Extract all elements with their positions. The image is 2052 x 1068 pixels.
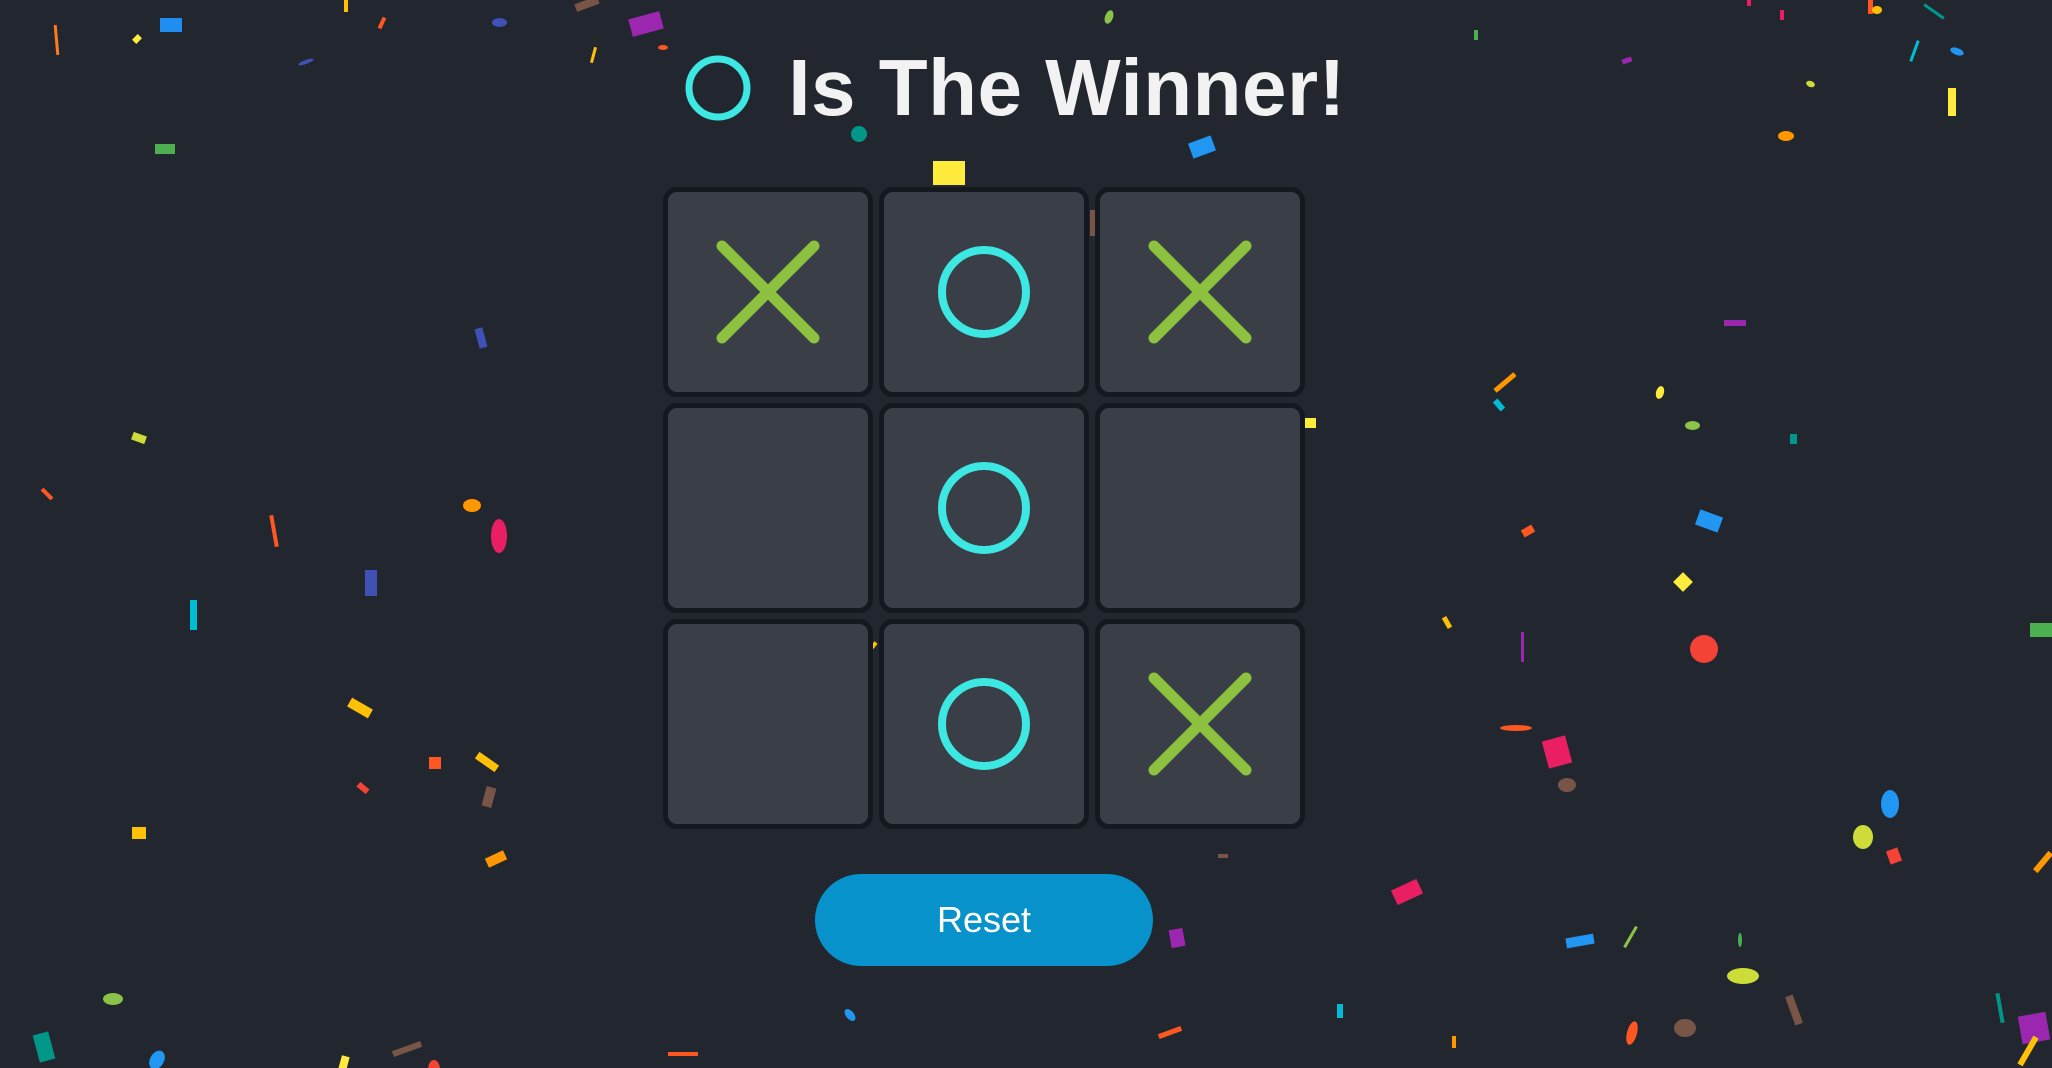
confetti-piece <box>1780 10 1784 20</box>
confetti-piece <box>1337 1004 1343 1018</box>
confetti-piece <box>1885 847 1903 865</box>
confetti-piece <box>1655 386 1665 399</box>
confetti-piece <box>149 1050 165 1068</box>
confetti-piece <box>132 827 146 839</box>
confetti-piece <box>574 0 600 12</box>
confetti-piece <box>1738 933 1742 947</box>
o-mark-icon <box>938 462 1030 554</box>
board-cell-2[interactable] <box>879 187 1089 397</box>
confetti-piece <box>481 786 497 808</box>
confetti-piece <box>844 1009 856 1021</box>
confetti-piece <box>1452 1036 1456 1048</box>
board-cell-9[interactable] <box>1095 619 1305 829</box>
confetti-piece <box>463 499 481 512</box>
confetti-piece <box>1558 778 1576 792</box>
confetti-piece <box>1541 735 1573 769</box>
confetti-piece <box>131 431 147 445</box>
confetti-piece <box>365 570 377 596</box>
confetti-piece <box>428 1060 440 1068</box>
reset-button[interactable]: Reset <box>815 874 1153 966</box>
confetti-piece <box>1187 135 1217 159</box>
confetti-piece <box>1104 10 1114 24</box>
board-cell-6[interactable] <box>1095 403 1305 613</box>
x-mark-icon <box>716 240 820 344</box>
confetti-piece <box>356 781 370 795</box>
x-mark-icon <box>1148 672 1252 776</box>
confetti-piece <box>1674 1019 1696 1037</box>
confetti-piece <box>1520 524 1536 538</box>
board-cell-8[interactable] <box>879 619 1089 829</box>
confetti-piece <box>391 1041 423 1057</box>
confetti-piece <box>347 697 373 719</box>
o-mark-icon <box>938 246 1030 338</box>
confetti-piece <box>190 600 197 630</box>
confetti-piece <box>1853 825 1873 849</box>
confetti-piece <box>1872 6 1882 14</box>
confetti-piece <box>933 161 965 185</box>
confetti-piece <box>160 18 182 32</box>
confetti-piece <box>491 519 507 553</box>
confetti-piece <box>1493 372 1517 393</box>
confetti-piece <box>1500 725 1532 731</box>
confetti-piece <box>1626 1021 1638 1045</box>
confetti-piece <box>269 514 279 548</box>
board-cell-1[interactable] <box>663 187 873 397</box>
o-mark-icon <box>938 678 1030 770</box>
confetti-piece <box>344 0 348 12</box>
confetti-piece <box>668 1052 698 1056</box>
confetti-piece <box>1441 616 1453 629</box>
confetti-piece <box>1995 992 2005 1024</box>
board-cell-4[interactable] <box>663 403 873 613</box>
confetti-piece <box>1168 927 1186 949</box>
confetti-piece <box>1868 0 1873 14</box>
confetti-piece <box>1623 925 1638 949</box>
confetti-piece <box>1492 398 1506 412</box>
confetti-piece <box>474 327 488 349</box>
confetti-piece <box>429 757 441 769</box>
confetti-piece <box>1881 790 1899 818</box>
confetti-piece <box>1390 878 1424 906</box>
game-screen: Is The Winner! Reset <box>0 0 2052 1068</box>
confetti-piece <box>1673 572 1693 592</box>
winner-banner: Is The Winner! <box>0 38 2052 138</box>
confetti-piece <box>32 1031 56 1063</box>
confetti-piece <box>103 993 123 1005</box>
x-mark-icon <box>1148 240 1252 344</box>
confetti-piece <box>1685 421 1700 430</box>
confetti-piece <box>2032 850 2052 874</box>
winner-o-icon <box>685 55 751 121</box>
confetti-piece <box>338 1055 350 1068</box>
game-board <box>663 187 1305 829</box>
confetti-piece <box>1727 968 1759 984</box>
confetti-piece <box>474 751 500 773</box>
board-cell-3[interactable] <box>1095 187 1305 397</box>
confetti-piece <box>155 144 175 154</box>
confetti-piece <box>1157 1026 1183 1039</box>
confetti-piece <box>492 18 507 27</box>
confetti-piece <box>1785 994 1803 1026</box>
winner-text: Is The Winner! <box>788 43 1346 132</box>
confetti-piece <box>484 850 508 868</box>
confetti-piece <box>1724 320 1746 326</box>
board-cell-5[interactable] <box>879 403 1089 613</box>
confetti-piece <box>1218 854 1228 858</box>
confetti-piece <box>1923 3 1945 20</box>
board-cell-7[interactable] <box>663 619 873 829</box>
confetti-piece <box>2030 623 2052 637</box>
confetti-piece <box>1694 509 1724 533</box>
confetti-piece <box>1565 933 1595 949</box>
confetti-piece <box>1521 632 1524 662</box>
confetti-piece <box>1690 635 1718 663</box>
confetti-piece <box>40 487 54 501</box>
confetti-piece <box>1790 434 1797 444</box>
confetti-piece <box>1747 0 1751 6</box>
confetti-piece <box>628 11 664 37</box>
confetti-piece <box>377 16 387 30</box>
